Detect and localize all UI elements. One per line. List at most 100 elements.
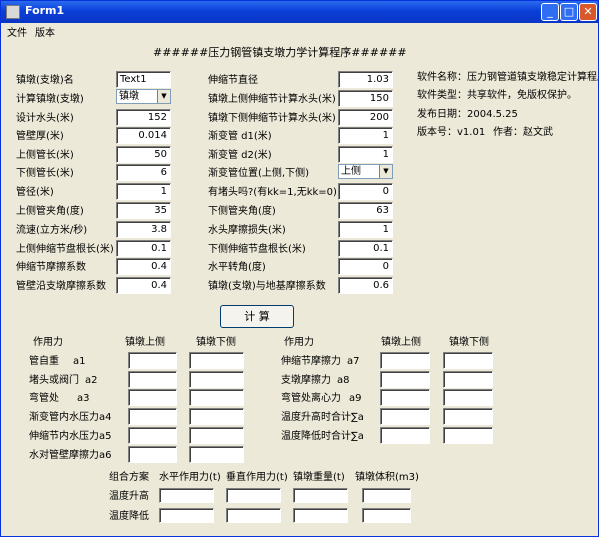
menu-version[interactable]: 版本 bbox=[35, 24, 55, 39]
left-header-force: 作用力 bbox=[33, 337, 63, 348]
combo-rise-weight bbox=[293, 488, 348, 503]
maximize-button[interactable]: □ bbox=[560, 3, 578, 21]
foundation-friction-input[interactable]: 0.6 bbox=[338, 277, 393, 294]
field-label-lower-packing-length: 下侧伸缩节盘根长(米) bbox=[208, 244, 306, 255]
pipe-diameter-input[interactable]: 1 bbox=[116, 183, 171, 200]
result-a6-lower bbox=[189, 446, 244, 463]
right-row-bend-centrifugal: 弯管处离心力 a9 bbox=[281, 393, 362, 404]
taper-position-select[interactable]: 上侧 ▼ bbox=[338, 164, 393, 179]
left-row-plug-valve: 堵头或阀门 a2 bbox=[29, 375, 98, 386]
result-a7-lower bbox=[443, 352, 493, 369]
field-label-lower-pipe-length: 下侧管长(米) bbox=[16, 168, 74, 179]
field-label-flow-rate: 流速(立方米/秒) bbox=[16, 225, 88, 236]
combo-row-temp-drop: 温度降低 bbox=[109, 511, 149, 522]
field-label-wall-friction: 管壁沿支墩摩擦系数 bbox=[16, 281, 106, 292]
result-a8-lower bbox=[443, 371, 493, 388]
menu-file[interactable]: 文件 bbox=[7, 24, 27, 39]
left-header-lower: 镇墩下侧 bbox=[196, 337, 236, 348]
left-row-water-friction: 水对管壁摩擦力a6 bbox=[29, 450, 112, 461]
head-loss-input[interactable]: 1 bbox=[338, 221, 393, 238]
dropdown-arrow-icon[interactable]: ▼ bbox=[157, 90, 170, 103]
field-label-pier-name: 镇墩(支墩)名 bbox=[16, 75, 74, 86]
field-label-horizontal-angle: 水平转角(度) bbox=[208, 262, 266, 273]
field-label-design-head: 设计水头(米) bbox=[16, 113, 74, 124]
menu-bar: 文件 版本 bbox=[1, 23, 598, 39]
field-label-upper-angle: 上侧管夹角(度) bbox=[16, 206, 84, 217]
left-row-pipe-weight: 管自重 a1 bbox=[29, 356, 86, 367]
lower-packing-length-input[interactable]: 0.1 bbox=[338, 240, 393, 257]
combo-header-weight: 镇墩重量(t) bbox=[293, 472, 345, 483]
right-row-joint-friction: 伸缩节摩擦力 a7 bbox=[281, 356, 360, 367]
right-row-temp-drop-total: 温度降低时合计∑a bbox=[281, 431, 364, 442]
right-row-temp-rise-total: 温度升高时合计∑a bbox=[281, 412, 364, 423]
horizontal-angle-input[interactable]: 0 bbox=[338, 258, 393, 275]
field-label-lower-joint-head: 镇墩下侧伸缩节计算水头(米) bbox=[208, 113, 336, 124]
result-a3-upper bbox=[128, 389, 177, 406]
upper-angle-input[interactable]: 35 bbox=[116, 202, 171, 219]
combo-header-volume: 镇墩体积(m3) bbox=[355, 472, 419, 483]
combo-rise-volume bbox=[362, 488, 411, 503]
result-a8-upper bbox=[380, 371, 430, 388]
joint-friction-input[interactable]: 0.4 bbox=[116, 258, 171, 275]
upper-pipe-length-input[interactable]: 50 bbox=[116, 146, 171, 163]
taper-d2-input[interactable]: 1 bbox=[338, 146, 393, 163]
upper-packing-length-input[interactable]: 0.1 bbox=[116, 240, 171, 257]
field-label-joint-friction: 伸缩节摩擦系数 bbox=[16, 262, 86, 273]
combo-row-temp-rise: 温度升高 bbox=[109, 491, 149, 502]
wall-thickness-input[interactable]: 0.014 bbox=[116, 127, 171, 144]
combo-drop-horizontal bbox=[159, 508, 214, 523]
field-label-taper-d2: 渐变管 d2(米) bbox=[208, 150, 272, 161]
right-header-lower: 镇墩下侧 bbox=[449, 337, 489, 348]
info-release-date: 发布日期：2004.5.25 bbox=[417, 109, 518, 120]
main-window: Form1 _ □ ✕ 文件 版本 ######压力钢管镇支墩力学计算程序###… bbox=[0, 0, 599, 537]
combo-header-scheme: 组合方案 bbox=[109, 472, 149, 483]
pier-name-input[interactable]: Text1 bbox=[116, 71, 171, 88]
design-head-input[interactable]: 152 bbox=[116, 109, 171, 126]
field-label-joint-diameter: 伸缩节直径 bbox=[208, 75, 258, 86]
result-a9-lower bbox=[443, 389, 493, 406]
field-label-lower-angle: 下侧管夹角(度) bbox=[208, 206, 276, 217]
window-title: Form1 bbox=[25, 4, 65, 17]
calculate-button[interactable]: 计 算 bbox=[220, 305, 294, 328]
right-row-pier-friction: 支墩摩擦力 a8 bbox=[281, 375, 350, 386]
wall-friction-input[interactable]: 0.4 bbox=[116, 277, 171, 294]
flow-rate-input[interactable]: 3.8 bbox=[116, 221, 171, 238]
result-a4-lower bbox=[189, 408, 244, 425]
field-label-upper-joint-head: 镇墩上侧伸缩节计算水头(米) bbox=[208, 94, 336, 105]
combo-header-horizontal: 水平作用力(t) bbox=[159, 472, 221, 483]
result-a5-lower bbox=[189, 427, 244, 444]
field-label-wall-thickness: 管壁厚(米) bbox=[16, 131, 64, 142]
combo-drop-weight bbox=[293, 508, 348, 523]
result-drop-total-upper bbox=[380, 427, 430, 444]
close-button[interactable]: ✕ bbox=[579, 3, 597, 21]
pier-type-value: 镇墩 bbox=[119, 91, 139, 102]
pier-type-select[interactable]: 镇墩 ▼ bbox=[116, 89, 171, 104]
upper-joint-head-input[interactable]: 150 bbox=[338, 90, 393, 107]
field-label-head-loss: 水头摩擦损失(米) bbox=[208, 225, 286, 236]
result-rise-total-lower bbox=[443, 408, 493, 425]
combo-drop-volume bbox=[362, 508, 411, 523]
lower-joint-head-input[interactable]: 200 bbox=[338, 109, 393, 126]
lower-angle-input[interactable]: 63 bbox=[338, 202, 393, 219]
taper-position-value: 上侧 bbox=[341, 166, 361, 177]
result-a3-lower bbox=[189, 389, 244, 406]
taper-d1-input[interactable]: 1 bbox=[338, 127, 393, 144]
combo-drop-vertical bbox=[226, 508, 281, 523]
lower-pipe-length-input[interactable]: 6 bbox=[116, 164, 171, 181]
field-label-pipe-diameter: 管径(米) bbox=[16, 187, 54, 198]
result-a1-lower bbox=[189, 352, 244, 369]
field-label-taper-position: 渐变管位置(上侧,下侧) bbox=[208, 168, 309, 179]
info-author: 作者：赵文武 bbox=[493, 127, 553, 138]
plug-flag-input[interactable]: 0 bbox=[338, 183, 393, 200]
result-drop-total-lower bbox=[443, 427, 493, 444]
field-label-upper-pipe-length: 上侧管长(米) bbox=[16, 150, 74, 161]
joint-diameter-input[interactable]: 1.03 bbox=[338, 71, 393, 88]
left-row-bend: 弯管处 a3 bbox=[29, 393, 90, 404]
dropdown-arrow-icon[interactable]: ▼ bbox=[379, 165, 392, 178]
info-version: 版本号：v1.01 bbox=[417, 127, 486, 138]
result-a6-upper bbox=[128, 446, 177, 463]
result-a1-upper bbox=[128, 352, 177, 369]
minimize-button[interactable]: _ bbox=[541, 3, 559, 21]
result-a5-upper bbox=[128, 427, 177, 444]
field-label-pier-type: 计算镇墩(支墩) bbox=[16, 94, 84, 105]
